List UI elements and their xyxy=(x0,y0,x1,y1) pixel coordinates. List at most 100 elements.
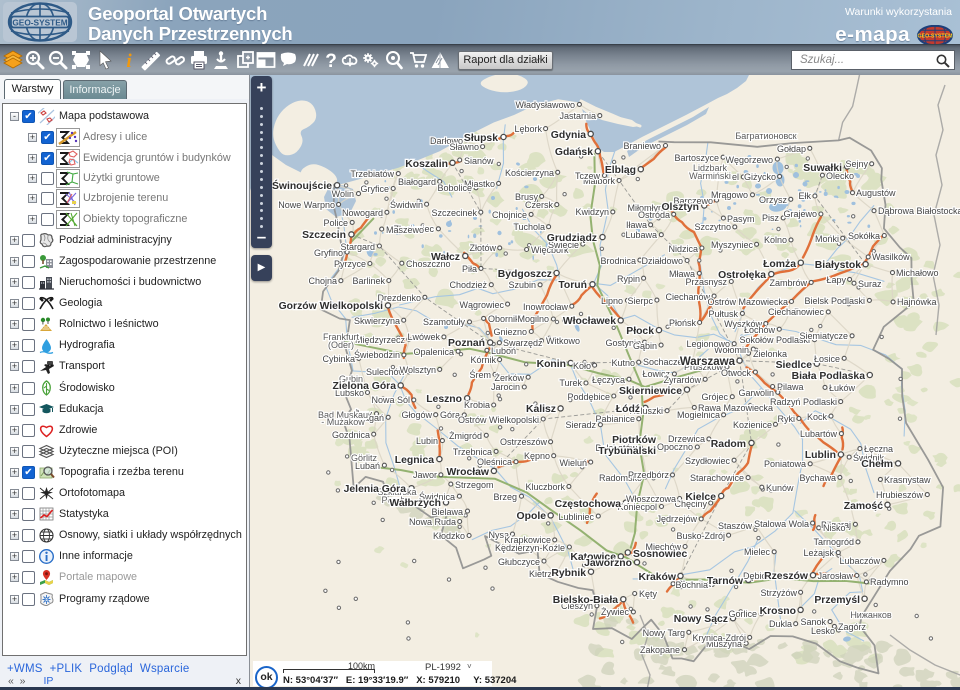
svg-text:Grajewo: Grajewo xyxy=(783,209,817,219)
svg-text:i: i xyxy=(126,51,132,71)
svg-text:Słupsk: Słupsk xyxy=(464,133,498,144)
svg-text:Chojna: Chojna xyxy=(308,276,337,286)
svg-text:Lubliniec: Lubliniec xyxy=(558,512,594,522)
svg-text:Świebodzin: Świebodzin xyxy=(354,349,400,360)
svg-text:Chojnice: Chojnice xyxy=(492,210,527,220)
svg-text:Bychawa: Bychawa xyxy=(799,473,836,483)
svg-text:GEO-SYSTEM: GEO-SYSTEM xyxy=(917,34,953,40)
svg-text:Gąbin: Gąbin xyxy=(633,341,657,351)
svg-text:Lubin: Lubin xyxy=(416,436,438,446)
svg-text:Augustów: Augustów xyxy=(856,188,896,198)
svg-text:Sokółka: Sokółka xyxy=(848,231,880,241)
svg-text:Zakopane: Zakopane xyxy=(640,645,680,655)
svg-text:Sosnowiec: Sosnowiec xyxy=(633,549,687,560)
svg-text:Żywiec: Żywiec xyxy=(601,607,630,617)
svg-text:Radzyń Podlaski: Radzyń Podlaski xyxy=(770,397,837,407)
svg-text:Krobia: Krobia xyxy=(464,400,490,410)
svg-text:Kluczbork: Kluczbork xyxy=(525,482,565,492)
svg-text:Mielec: Mielec xyxy=(744,547,771,557)
svg-text:Konin: Konin xyxy=(537,359,566,370)
svg-text:Stargard: Stargard xyxy=(340,242,375,252)
svg-text:Mrągowo: Mrągowo xyxy=(711,190,748,200)
svg-text:Nowy Targ: Nowy Targ xyxy=(643,628,685,638)
svg-text:Białystok: Białystok xyxy=(815,260,861,271)
svg-text:Chodzież: Chodzież xyxy=(449,280,487,290)
svg-text:Gozdnica: Gozdnica xyxy=(332,430,370,440)
svg-text:Iława: Iława xyxy=(626,220,647,230)
svg-text:Toruń: Toruń xyxy=(558,280,587,291)
svg-text:Warmiński: Warmiński xyxy=(689,171,731,181)
svg-text:Bydgoszcz: Bydgoszcz xyxy=(498,269,552,280)
svg-text:Trzebiatów: Trzebiatów xyxy=(350,169,394,179)
svg-text:Leszno: Leszno xyxy=(426,394,462,405)
svg-text:Tuchola: Tuchola xyxy=(513,222,545,232)
svg-text:Poniatowa: Poniatowa xyxy=(764,459,806,469)
svg-text:Kościerzyna: Kościerzyna xyxy=(505,168,554,178)
svg-text:Piła: Piła xyxy=(462,264,477,274)
svg-text:Leżajsk: Leżajsk xyxy=(803,548,834,558)
svg-text:Suwałki: Suwałki xyxy=(803,163,842,174)
svg-text:Nowogard: Nowogard xyxy=(342,208,383,218)
svg-text:Wieluń: Wieluń xyxy=(559,458,587,468)
svg-text:Wałcz: Wałcz xyxy=(431,252,460,263)
svg-text:Gorlice: Gorlice xyxy=(728,609,757,619)
svg-text:Siemiatycze: Siemiatycze xyxy=(799,331,848,341)
svg-text:Ostrołęka: Ostrołęka xyxy=(718,270,766,281)
svg-text:Braniewo: Braniewo xyxy=(623,141,661,151)
svg-text:Włocławek: Włocławek xyxy=(563,316,616,327)
svg-text:Wolsztyn: Wolsztyn xyxy=(400,365,436,375)
svg-text:Głubczyce: Głubczyce xyxy=(498,557,540,567)
svg-text:Lubaczów: Lubaczów xyxy=(839,556,880,566)
svg-text:P: P xyxy=(45,597,49,603)
svg-text:Kock: Kock xyxy=(807,412,828,422)
svg-text:Białogard: Białogard xyxy=(398,177,436,187)
svg-text:Pyrzyce: Pyrzyce xyxy=(334,259,366,269)
svg-text:Szczecinek: Szczecinek xyxy=(431,208,477,218)
svg-text:Elbląg: Elbląg xyxy=(605,165,636,176)
svg-text:Gorzów Wielkopolski: Gorzów Wielkopolski xyxy=(279,301,384,312)
svg-text:Oleśnica: Oleśnica xyxy=(477,457,512,467)
svg-text:Ryki: Ryki xyxy=(778,414,796,424)
svg-text:Ostrów Wielkopolski: Ostrów Wielkopolski xyxy=(458,415,539,425)
svg-text:Legionowo: Legionowo xyxy=(686,339,730,349)
svg-text:Bochnia: Bochnia xyxy=(675,580,708,590)
svg-text:Jelenia Góra: Jelenia Góra xyxy=(344,484,407,495)
svg-text:Cybinka: Cybinka xyxy=(322,354,355,364)
svg-text:Strzegom: Strzegom xyxy=(455,480,494,490)
svg-text:Gryfice: Gryfice xyxy=(360,184,389,194)
svg-text:Staszów: Staszów xyxy=(718,521,753,531)
svg-text:Inowrocław: Inowrocław xyxy=(523,302,569,312)
svg-text:Ełk: Ełk xyxy=(798,191,811,201)
svg-text:Tarnogród: Tarnogród xyxy=(813,537,854,547)
svg-text:Władysławowo: Władysławowo xyxy=(515,100,575,110)
svg-text:Pilawa: Pilawa xyxy=(777,382,804,392)
svg-text:Hrubieszów: Hrubieszów xyxy=(876,490,924,500)
svg-text:Bartoszyce: Bartoszyce xyxy=(674,153,719,163)
svg-text:Lubawa: Lubawa xyxy=(625,230,657,240)
svg-text:Krasnystaw: Krasnystaw xyxy=(884,475,931,485)
svg-text:Jarosław: Jarosław xyxy=(817,571,853,581)
svg-text:Strzyżów: Strzyżów xyxy=(760,588,797,598)
svg-text:Gniezno: Gniezno xyxy=(493,327,527,337)
svg-text:Szczecin: Szczecin xyxy=(302,230,346,241)
svg-text:Mława: Mława xyxy=(669,269,695,279)
svg-text:Brodnica: Brodnica xyxy=(600,256,636,266)
svg-text:Żyrardów: Żyrardów xyxy=(663,375,701,385)
svg-text:Wałbrzych: Wałbrzych xyxy=(389,498,441,509)
svg-text:Kłodzko: Kłodzko xyxy=(433,531,465,541)
svg-text:Zagórz: Zagórz xyxy=(838,622,867,632)
svg-text:Barlinek: Barlinek xyxy=(352,276,385,286)
svg-text:Świnoujście: Świnoujście xyxy=(272,179,332,192)
svg-text:Przemyśl: Przemyśl xyxy=(814,595,860,606)
svg-text:Orzysz: Orzysz xyxy=(759,195,787,205)
svg-text:Kietrz: Kietrz xyxy=(529,569,553,579)
svg-text:Gryfino: Gryfino xyxy=(314,248,343,258)
svg-text:Sierpc: Sierpc xyxy=(627,296,653,306)
svg-text:Kutno: Kutno xyxy=(611,358,635,368)
svg-text:Trybunalski: Trybunalski xyxy=(598,446,656,457)
svg-text:Dąbrowa Białostocka: Dąbrowa Białostocka xyxy=(878,206,960,216)
svg-text:Łomża: Łomża xyxy=(763,259,796,270)
svg-text:Pasym: Pasym xyxy=(727,214,755,224)
svg-text:Olsztyn: Olsztyn xyxy=(661,202,699,213)
svg-text:Rypin: Rypin xyxy=(617,274,640,284)
